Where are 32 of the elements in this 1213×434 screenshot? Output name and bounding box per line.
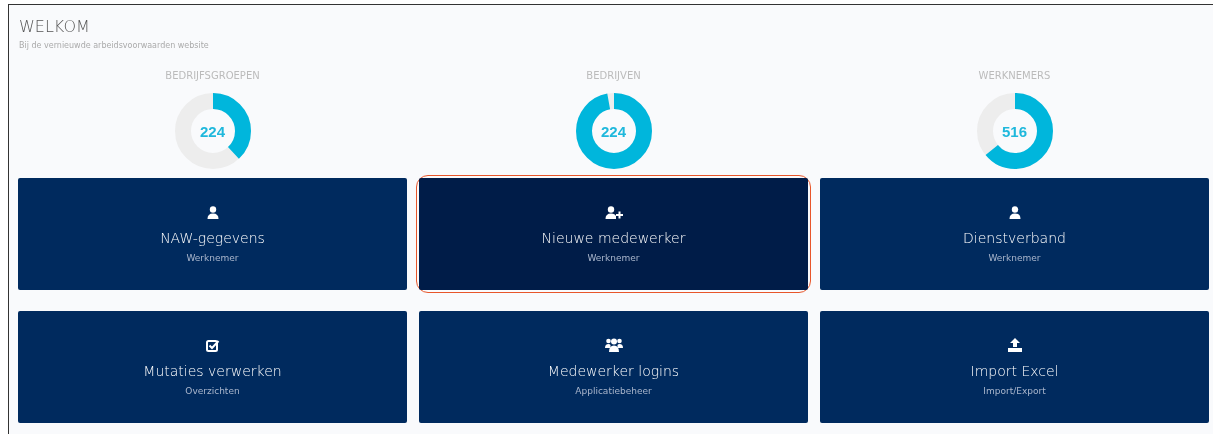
- page-title: WELKOM: [19, 17, 91, 36]
- tile-title: NAW-gegevens: [160, 229, 265, 246]
- tile-title: Nieuwe medewerker: [541, 229, 686, 246]
- checkbox-icon: [205, 338, 220, 352]
- upload-icon: [1007, 338, 1022, 352]
- user-icon: [1008, 205, 1021, 219]
- tile-subtitle: Applicatiebeheer: [575, 386, 652, 396]
- tile-subtitle: Werknemer: [988, 252, 1041, 263]
- dashboard-tile[interactable]: NAW-gegevens Werknemer: [18, 178, 407, 290]
- tile-subtitle: Import/Export: [983, 386, 1046, 396]
- tile-title: Import Excel: [970, 363, 1059, 379]
- dashboard-tile[interactable]: Nieuwe medewerker Werknemer: [419, 178, 808, 290]
- dashboard-tile[interactable]: Import Excel Import/Export: [820, 311, 1209, 423]
- user-plus-icon: [604, 205, 623, 219]
- tile-subtitle: Werknemer: [587, 252, 640, 263]
- users-icon: [604, 338, 623, 352]
- stat-value: 224: [200, 122, 225, 140]
- user-icon: [206, 205, 219, 219]
- dashboard-tile[interactable]: Medewerker logins Applicatiebeheer: [419, 311, 808, 423]
- stat-value: 224: [601, 122, 626, 140]
- tile-title: Mutaties verwerken: [143, 362, 282, 379]
- page-subtitle: Bij de vernieuwde arbeidsvoorwaarden website: [19, 41, 210, 50]
- stat-label: WERKNEMERS: [978, 70, 1051, 81]
- tile-title: Medewerker logins: [547, 363, 680, 379]
- stat-label: BEDRIJVEN: [586, 70, 641, 81]
- tile-title: Dienstverband: [963, 229, 1066, 246]
- dashboard-tile[interactable]: Mutaties verwerken Overzichten: [18, 311, 407, 423]
- stat-value: 516: [1002, 122, 1027, 140]
- stat-label: BEDRIJFSGROEPEN: [165, 70, 260, 81]
- tile-subtitle: Werknemer: [186, 252, 239, 263]
- tile-subtitle: Overzichten: [185, 385, 240, 396]
- dashboard-tile[interactable]: Dienstverband Werknemer: [820, 178, 1209, 290]
